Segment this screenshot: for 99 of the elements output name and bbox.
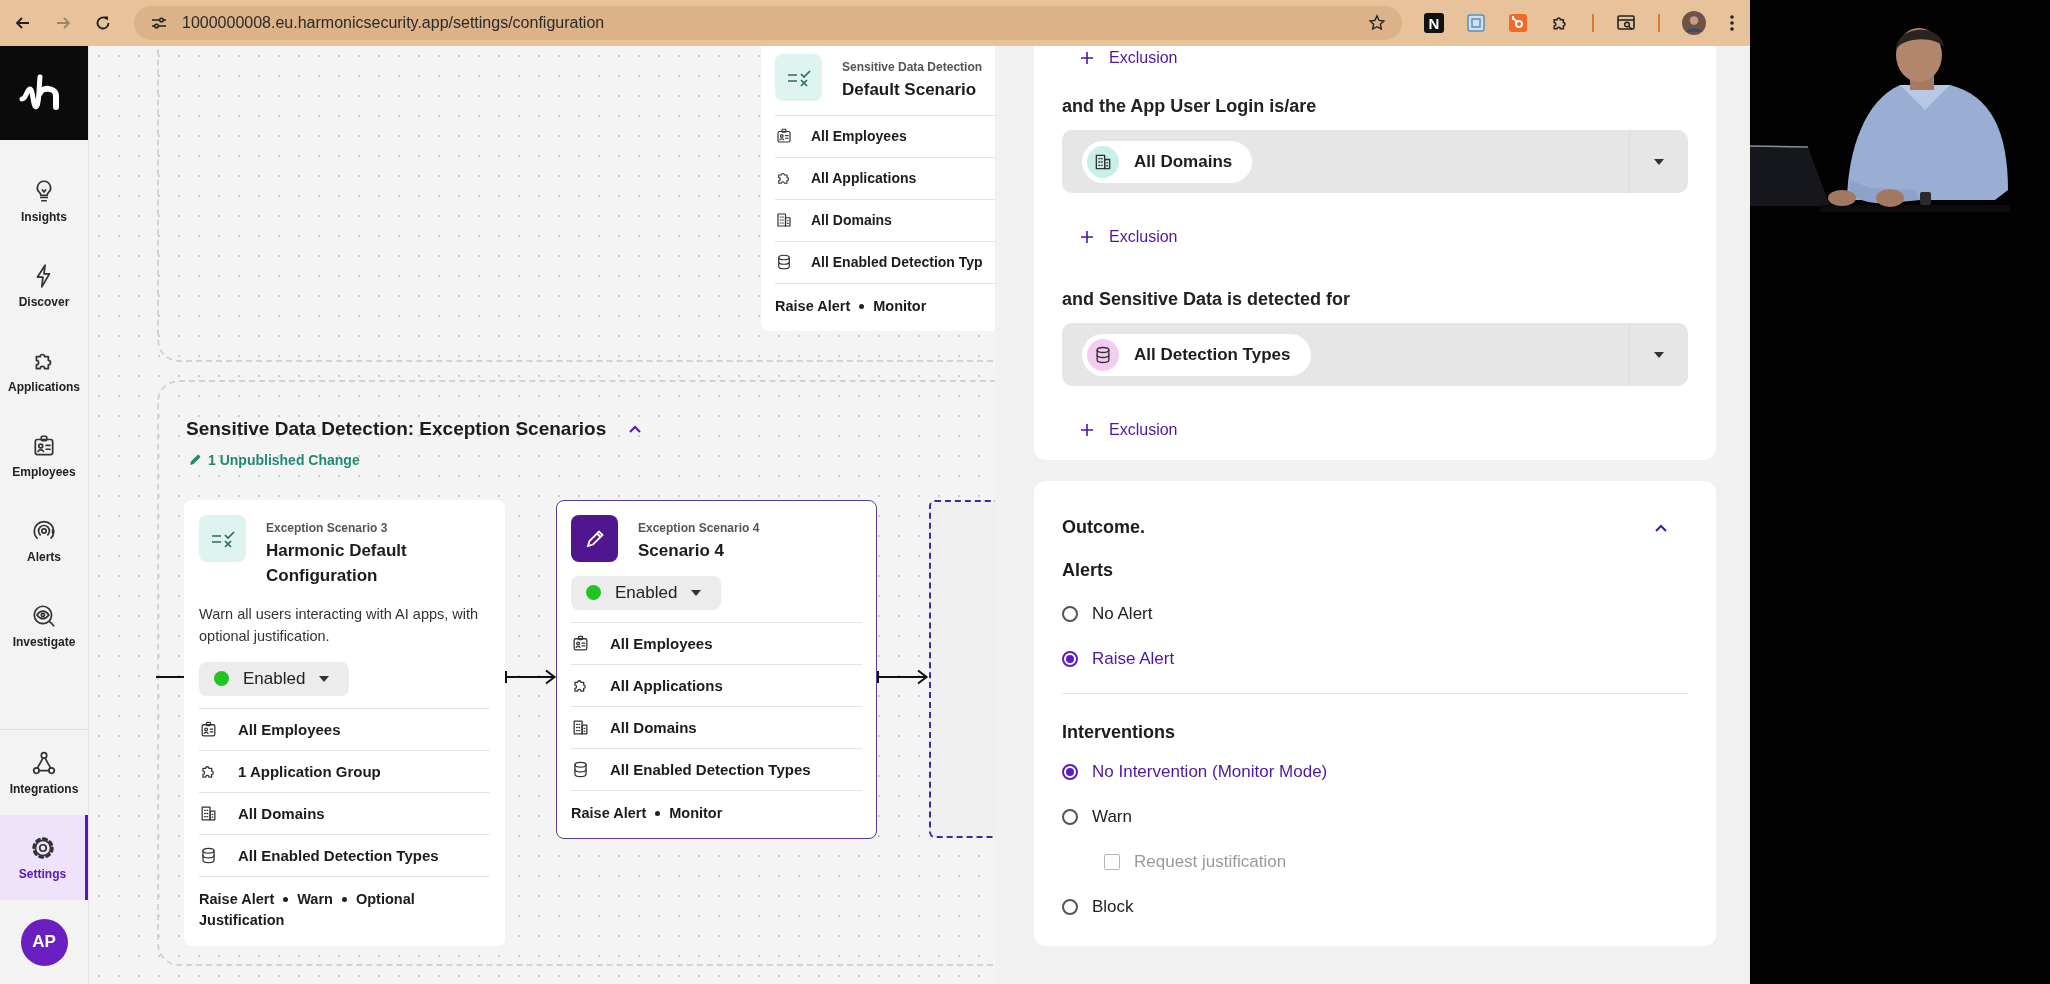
card-overline: Sensitive Data Detection <box>842 60 983 74</box>
network-icon <box>31 749 57 776</box>
sprocket-extension-icon[interactable] <box>1508 13 1528 33</box>
option-label[interactable]: Block <box>1092 896 1134 917</box>
scenario-card[interactable]: Sensitive Data Detection Default Scenario All Employees All Applications All Domains All Enabled Detection Typ Raise Alert Monitor <box>761 46 995 331</box>
card-overline: Exception Scenario 4 <box>638 521 760 535</box>
scenario-card[interactable] <box>184 500 505 946</box>
caret-icon[interactable] <box>1654 351 1664 358</box>
add-exclusion-link[interactable]: Exclusion <box>1062 46 1178 70</box>
card-title: Harmonic Default Configuration <box>266 540 408 587</box>
radio-button[interactable] <box>1062 808 1078 825</box>
nav-item[interactable]: Alerts <box>0 498 88 583</box>
nav-item[interactable]: Settings <box>0 815 88 900</box>
rules-icon <box>775 54 822 101</box>
card-title: Scenario 4 <box>638 540 725 562</box>
id-badge-icon <box>571 633 590 653</box>
database-icon <box>775 253 793 272</box>
extension-button[interactable]: N <box>1424 13 1444 33</box>
site-settings-icon[interactable] <box>150 14 168 32</box>
logo-icon[interactable] <box>0 46 88 140</box>
database-icon <box>571 759 590 779</box>
plus-icon <box>1080 423 1094 437</box>
user-avatar[interactable]: AP <box>20 918 68 966</box>
condition-text: All Domains <box>610 718 697 736</box>
radio-button[interactable] <box>1062 898 1078 915</box>
option-label[interactable]: No Intervention (Monitor Mode) <box>1092 761 1328 782</box>
menu-icon[interactable] <box>1728 13 1736 33</box>
rules-icon <box>199 515 246 562</box>
chevron-up-icon[interactable] <box>1654 522 1668 533</box>
id-badge-icon <box>775 127 793 146</box>
condition-text: All Enabled Detection Typ <box>811 254 983 271</box>
card-overline: Exception Scenario 3 <box>266 521 389 535</box>
condition-text: All Enabled Detection Types <box>238 846 439 864</box>
section-title: Outcome. <box>1062 517 1145 538</box>
select-field[interactable]: All Domains <box>1062 130 1688 193</box>
card-description: Warn all users interacting with AI apps, with optional justification. <box>199 605 480 647</box>
radio-button[interactable] <box>1062 763 1078 780</box>
id-badge-icon <box>199 719 218 739</box>
subsection-title: Interventions <box>1062 722 1177 743</box>
option-label[interactable]: Warn <box>1092 806 1132 827</box>
outcome-summary: Raise Alert Monitor <box>775 296 928 316</box>
status-dropdown[interactable]: Enabled <box>571 575 722 610</box>
chip-label: All Detection Types <box>1134 344 1291 365</box>
add-exclusion-link[interactable]: Exclusion <box>1062 223 1178 251</box>
select-field[interactable]: All Detection Types <box>1062 323 1688 386</box>
option-label[interactable]: No Alert <box>1092 603 1153 624</box>
outcome-summary: Raise Alert Monitor <box>571 803 724 823</box>
outcome-summary: Raise Alert Warn Optional Justification <box>199 889 416 930</box>
option-label[interactable]: Raise Alert <box>1092 648 1175 669</box>
condition-text: All Applications <box>610 676 723 694</box>
building-icon <box>775 211 793 230</box>
scenario-card[interactable]: Exception Scenario 4 Scenario 4 Enabled All Employees All Applications All Domains All Enabled Detection Types Raise Alert Monitor <box>556 500 877 839</box>
tab-search-icon[interactable] <box>1616 13 1636 33</box>
address-bar[interactable]: 1000000008.eu.harmonicsecurity.app/settings/configuration <box>134 6 1402 40</box>
condition-text: All Enabled Detection Types <box>610 760 811 778</box>
eye-icon <box>31 602 57 629</box>
url-text: 1000000008.eu.harmonicsecurity.app/settings/configuration <box>182 14 606 32</box>
nav-item[interactable]: Discover <box>0 243 88 328</box>
caret-icon <box>691 589 702 596</box>
nav-item[interactable]: Applications <box>0 328 88 413</box>
group-title: Sensitive Data Detection: Exception Scenarios <box>186 418 607 440</box>
nav-item[interactable]: Investigate <box>0 583 88 668</box>
connector-arrow <box>877 668 929 686</box>
profile-avatar-icon[interactable] <box>1682 11 1706 35</box>
database-icon <box>199 845 218 865</box>
condition-text: All Employees <box>811 128 907 145</box>
radio-button[interactable] <box>1062 650 1078 667</box>
condition-text: All Domains <box>238 804 325 822</box>
caret-icon[interactable] <box>1654 158 1664 165</box>
status-dropdown[interactable]: Enabled <box>199 661 350 696</box>
star-icon[interactable] <box>1368 14 1386 32</box>
subsection-title: Alerts <box>1062 560 1115 581</box>
id-badge-icon <box>31 432 57 459</box>
condition-label: and the App User Login is/are <box>1062 96 1318 117</box>
connector-arrow <box>505 668 557 686</box>
nav-item[interactable]: Employees <box>0 413 88 498</box>
nav-item[interactable]: Insights <box>0 158 88 243</box>
condition-text: All Employees <box>610 634 713 652</box>
condition-text: All Employees <box>238 720 341 738</box>
plus-icon <box>1080 51 1094 65</box>
radio-button[interactable] <box>1062 605 1078 622</box>
value-chip[interactable]: All Domains <box>1082 140 1253 183</box>
condition-text: All Applications <box>811 170 917 187</box>
reload-icon[interactable] <box>94 14 112 32</box>
plus-icon <box>1080 230 1094 244</box>
pencil-icon <box>188 453 202 467</box>
caret-icon <box>319 675 330 682</box>
nav-item[interactable]: Integrations <box>0 730 88 815</box>
condition-label: and Sensitive Data is detected for <box>1062 289 1352 310</box>
chevron-up-icon[interactable] <box>628 424 643 434</box>
pencil-icon <box>571 515 618 562</box>
settings-icon <box>29 834 56 861</box>
chip-label: All Domains <box>1134 151 1233 172</box>
unpublished-change-note: 1 Unpublished Change <box>188 452 360 468</box>
condition-text: All Domains <box>811 212 892 229</box>
value-chip[interactable]: All Detection Types <box>1082 333 1311 376</box>
add-exclusion-link[interactable]: Exclusion <box>1062 416 1178 444</box>
condition-text: 1 Application Group <box>238 762 381 780</box>
card-title: Default Scenario <box>842 79 978 101</box>
